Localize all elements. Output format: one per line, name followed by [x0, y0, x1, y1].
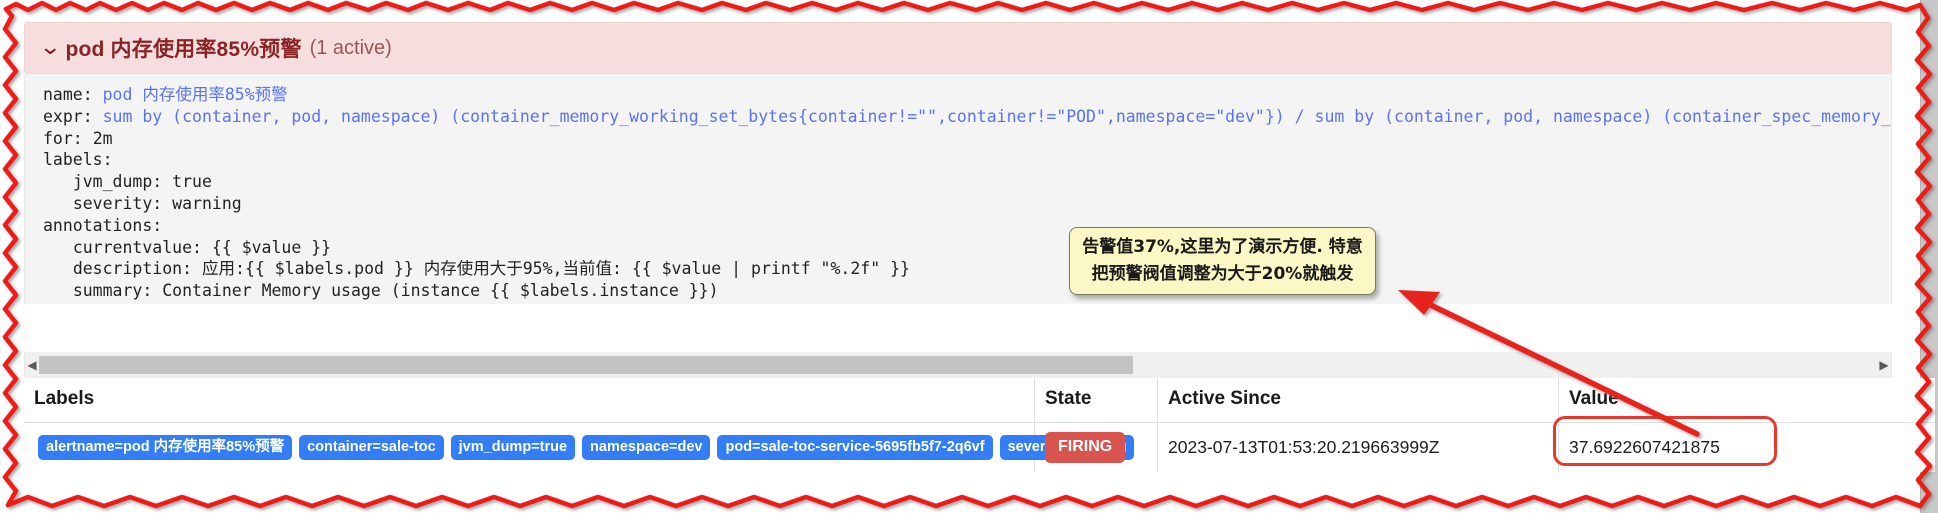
cell-value: 37.6922607421875 [1553, 416, 1935, 472]
yaml-expr-value: sum by (container, pod, namespace) (cont… [102, 106, 1892, 126]
column-header-labels: Labels [24, 378, 1035, 423]
yaml-labels-key: labels: [43, 150, 113, 170]
cell-labels: alertname=pod 内存使用率85%预警 container=sale-… [24, 423, 1135, 473]
yaml-label-key-1: severity: [72, 193, 163, 213]
yaml-for-value: 2m [92, 128, 113, 148]
label-badge-pod[interactable]: pod=sale-toc-service-5695fb5f7-2q6vf [717, 434, 993, 461]
table-row: alertname=pod 内存使用率85%预警 container=sale-… [24, 416, 1935, 473]
yaml-name-key: name: [43, 85, 93, 104]
scroll-right-arrow-icon[interactable]: ▶ [1877, 358, 1891, 372]
yaml-for-key: for: [43, 128, 83, 148]
status-badge: FIRING [1045, 432, 1126, 463]
alert-header-toggle[interactable]: ⌄ pod 内存使用率85%预警 (1 active) [24, 22, 1892, 74]
label-badge-jvm-dump[interactable]: jvm_dump=true [450, 434, 576, 461]
yaml-expr-key: expr: [43, 106, 93, 126]
cell-active-since: 2023-07-13T01:53:20.219663999Z [1157, 422, 1559, 472]
column-header-active-since: Active Since [1157, 378, 1559, 423]
alert-active-count: (1 active) [309, 36, 392, 59]
alert-title: pod 内存使用率85%预警 [65, 38, 302, 61]
label-badge-container[interactable]: container=sale-toc [299, 434, 444, 461]
annotation-note-text: 告警值37%,这里为了演示方便. 特意 把预警阀值调整为大于20%就触发 [1082, 237, 1363, 284]
scrollbar-thumb[interactable] [39, 356, 1133, 374]
table-header-row: Labels State Active Since Value [24, 378, 1935, 423]
yaml-annotation-key-0: currentvalue: [72, 237, 202, 257]
screen-root: ⌄ pod 内存使用率85%预警 (1 active) name: pod 内存… [0, 0, 1938, 513]
scrollbar-track[interactable] [39, 356, 1877, 374]
yaml-label-value-0: true [172, 172, 212, 192]
yaml-annotations-key: annotations: [43, 215, 163, 235]
annotation-note: 告警值37%,这里为了演示方便. 特意 把预警阀值调整为大于20%就触发 [1069, 227, 1376, 295]
yaml-annotation-key-2: summary: [72, 281, 153, 301]
code-horizontal-scrollbar[interactable]: ◀ ▶ [24, 352, 1892, 378]
yaml-annotation-key-1: description: [72, 259, 193, 279]
column-header-value: Value [1558, 378, 1935, 423]
alert-value: 37.6922607421875 [1569, 437, 1720, 457]
yaml-annotation-value-0: {{ $value }} [211, 237, 332, 257]
label-badge-alertname[interactable]: alertname=pod 内存使用率85%预警 [38, 434, 293, 461]
rule-yaml: name: pod 内存使用率85%预警 expr: sum by (conta… [25, 84, 1891, 302]
label-badge-group: alertname=pod 内存使用率85%预警 container=sale-… [34, 434, 1135, 461]
yaml-label-key-0: jvm_dump: [72, 172, 163, 192]
cell-state: FIRING [1034, 422, 1158, 472]
scroll-left-arrow-icon[interactable]: ◀ [25, 358, 39, 372]
yaml-annotation-value-1: 应用:{{ $labels.pod }} 内存使用大于95%,当前值: {{ $… [201, 259, 910, 279]
yaml-name-value: pod 内存使用率85%预警 [102, 85, 288, 104]
label-badge-namespace[interactable]: namespace=dev [582, 434, 711, 461]
yaml-annotation-value-2: Container Memory usage (instance {{ $lab… [162, 281, 719, 301]
alert-instances-table: Labels State Active Since Value alertnam… [24, 378, 1935, 472]
active-since-timestamp: 2023-07-13T01:53:20.219663999Z [1168, 437, 1440, 457]
yaml-label-value-1: warning [172, 193, 242, 213]
alert-panel: ⌄ pod 内存使用率85%预警 (1 active) name: pod 内存… [24, 22, 1892, 304]
column-header-state: State [1034, 378, 1158, 423]
chevron-down-icon[interactable]: ⌄ [39, 37, 62, 59]
rule-definition-block[interactable]: name: pod 内存使用率85%预警 expr: sum by (conta… [24, 74, 1892, 304]
